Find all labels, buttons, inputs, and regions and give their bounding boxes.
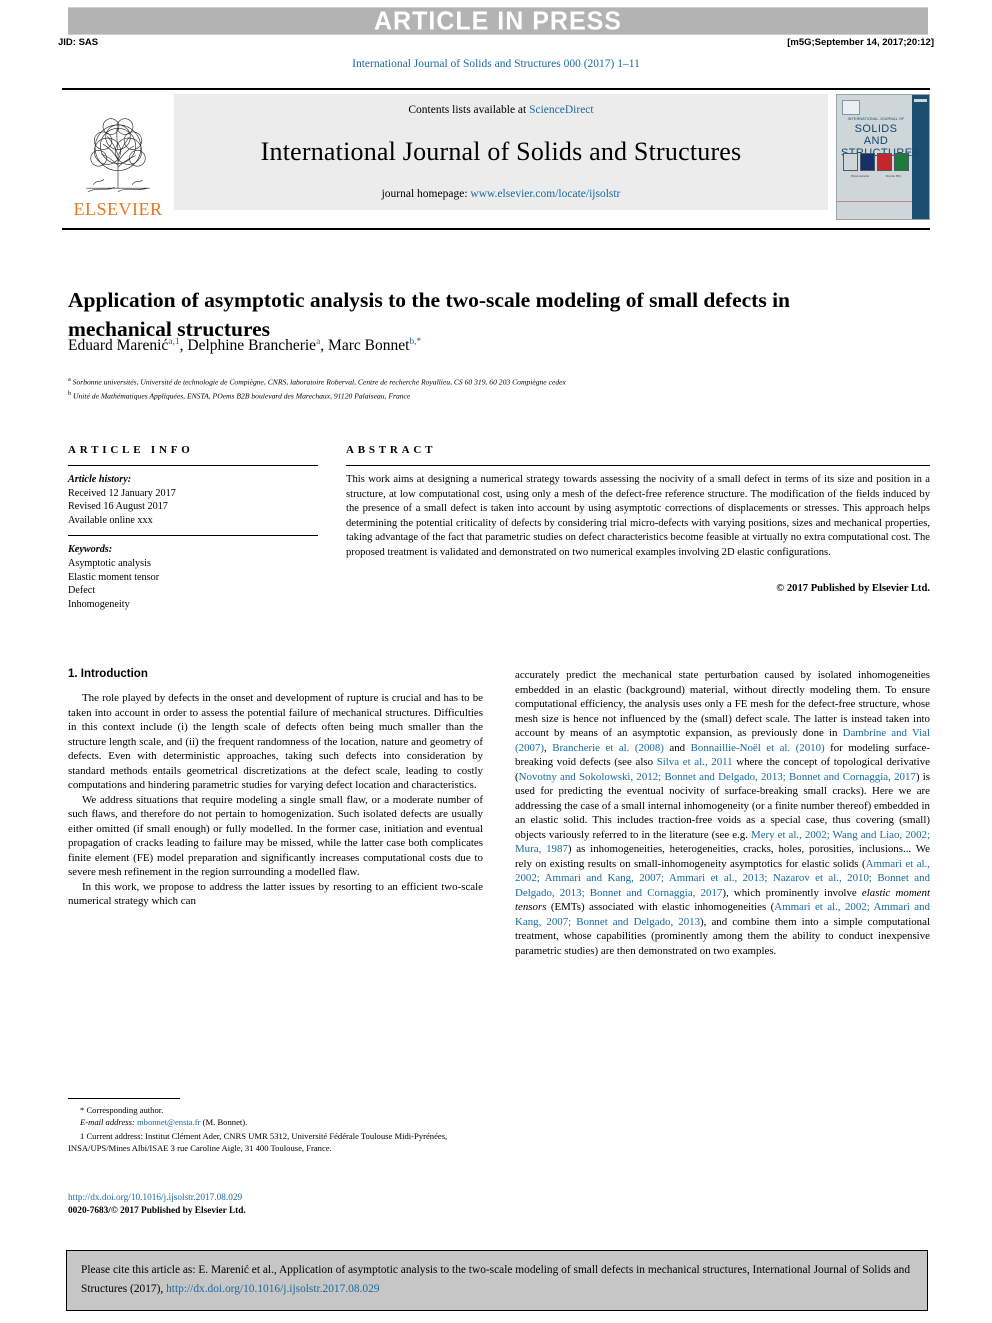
email-suffix: (M. Bonnet). bbox=[200, 1117, 248, 1127]
page-title: Application of asymptotic analysis to th… bbox=[68, 288, 791, 342]
history-item: Revised 16 August 2017 bbox=[68, 501, 168, 513]
body-column-right: accurately predict the mechanical state … bbox=[515, 668, 930, 1198]
keyword-item: Inhomogeneity bbox=[68, 598, 130, 610]
homepage-prefix: journal homepage: bbox=[381, 188, 471, 200]
doi-link[interactable]: http://dx.doi.org/10.1016/j.ijsolstr.201… bbox=[68, 1192, 498, 1205]
paragraph-text: (EMTs) associated with elastic inhomogen… bbox=[546, 901, 775, 913]
keyword-item: Defect bbox=[68, 585, 96, 597]
corresponding-author-note: * Corresponding author. bbox=[80, 1105, 164, 1115]
journal-homepage-line: journal homepage: www.elsevier.com/locat… bbox=[382, 188, 621, 200]
cover-caption-left: Brian Amadio bbox=[851, 174, 870, 178]
paragraph: We address situations that require model… bbox=[68, 793, 483, 879]
abstract-heading: ABSTRACT bbox=[346, 444, 437, 456]
affiliation-b-text: Unité de Mathématiques Appliquées, ENSTA… bbox=[73, 391, 411, 401]
doi-block: http://dx.doi.org/10.1016/j.ijsolstr.201… bbox=[68, 1192, 498, 1217]
footnote-rule bbox=[68, 1098, 180, 1099]
current-address-note: 1 Current address: Institut Clément Ader… bbox=[68, 1131, 448, 1153]
paragraph: The role played by defects in the onset … bbox=[68, 692, 483, 791]
footnote-block: * Corresponding author. E-mail address: … bbox=[68, 1098, 483, 1154]
affiliation-a-text: Sorbonne universités, Université de tech… bbox=[72, 377, 566, 387]
footnote-current-address: 1 Current address: Institut Clément Ader… bbox=[68, 1130, 483, 1154]
article-info-rule-mid bbox=[68, 535, 318, 537]
article-in-press-banner: ARTICLE IN PRESS bbox=[68, 7, 928, 35]
cover-caption-right: Davide Hill bbox=[885, 174, 901, 178]
article-info-heading: ARTICLE INFO bbox=[68, 444, 194, 456]
paragraph-text: and bbox=[663, 741, 691, 754]
cover-figure-1 bbox=[843, 153, 858, 171]
article-history-label: Article history: bbox=[68, 474, 132, 485]
affiliation-b: b Unité de Mathématiques Appliquées, ENS… bbox=[68, 390, 411, 401]
journal-id-row: JID: SAS [m5G;September 14, 2017;20:12] bbox=[58, 37, 934, 48]
email-line: E-mail address: mbonnet@ensta.fr (M. Bon… bbox=[68, 1116, 483, 1128]
journal-cover-thumbnail: INTERNATIONAL JOURNAL OF SOLIDS AND STRU… bbox=[836, 94, 930, 220]
paragraph-with-references: accurately predict the mechanical state … bbox=[515, 668, 930, 958]
cover-rule bbox=[837, 201, 912, 202]
citation-reference-link[interactable]: Silva et al., 2011 bbox=[657, 756, 733, 768]
keywords-block: Keywords: Asymptotic analysis Elastic mo… bbox=[68, 543, 318, 611]
abstract-text: This work aims at designing a numerical … bbox=[346, 474, 930, 558]
cover-publisher-mark bbox=[842, 100, 860, 115]
cover-title-line1: SOLIDS AND bbox=[854, 123, 898, 147]
contents-available-line: Contents lists available at ScienceDirec… bbox=[408, 104, 593, 116]
abstract-rule-top bbox=[346, 465, 930, 466]
cover-figure-strip bbox=[843, 153, 909, 171]
citation-footer: Please cite this article as: E. Marenić … bbox=[66, 1250, 928, 1311]
section-heading-introduction: 1. Introduction bbox=[68, 668, 148, 680]
footnote-corresponding-author: * Corresponding author. E-mail address: … bbox=[68, 1104, 483, 1128]
affiliation-a: a Sorbonne universités, Université de te… bbox=[68, 376, 566, 387]
email-link[interactable]: mbonnet@ensta.fr bbox=[137, 1117, 201, 1127]
journal-masthead: ELSEVIER Contents lists available at Sci… bbox=[62, 88, 930, 220]
citation-reference-link[interactable]: Brancherie et al. (2008) bbox=[552, 742, 664, 754]
masthead-bottom-rule bbox=[62, 228, 930, 230]
citation-reference-link[interactable]: Novotny and Sokolowski, 2012; Bonnet and… bbox=[519, 771, 916, 783]
contents-prefix: Contents lists available at bbox=[408, 104, 530, 116]
sciencedirect-link[interactable]: ScienceDirect bbox=[529, 104, 594, 116]
keywords-label: Keywords: bbox=[68, 544, 113, 556]
running-head: International Journal of Solids and Stru… bbox=[352, 58, 640, 70]
info-abstract-panel: ARTICLE INFO Article history: Received 1… bbox=[68, 444, 930, 611]
history-item: Available online xxx bbox=[68, 514, 153, 526]
journal-title: International Journal of Solids and Stru… bbox=[260, 137, 742, 166]
history-item: Received 12 January 2017 bbox=[68, 487, 176, 499]
issn-copyright-line: 0020-7683/© 2017 Published by Elsevier L… bbox=[68, 1205, 246, 1216]
typesetter-stamp: [m5G;September 14, 2017;20:12] bbox=[787, 37, 934, 48]
email-label: E-mail address: bbox=[80, 1117, 137, 1127]
citation-reference-link[interactable]: Bonnaillie-Noël et al. (2010) bbox=[691, 742, 825, 754]
affiliations: a Sorbonne universités, Université de te… bbox=[68, 374, 918, 402]
cover-spine-label bbox=[914, 99, 927, 102]
keyword-item: Elastic moment tensor bbox=[68, 571, 160, 583]
abstract-copyright: © 2017 Published by Elsevier Ltd. bbox=[776, 582, 930, 594]
cover-kicker: INTERNATIONAL JOURNAL OF bbox=[847, 117, 905, 121]
journal-id: JID: SAS bbox=[58, 37, 99, 48]
article-info-rule-top bbox=[68, 465, 318, 466]
keyword-item: Asymptotic analysis bbox=[68, 557, 151, 569]
abstract-column: ABSTRACT This work aims at designing a n… bbox=[346, 444, 930, 611]
elsevier-tree-icon bbox=[86, 118, 150, 192]
elsevier-logo: ELSEVIER bbox=[62, 94, 174, 220]
author-list: Eduard Marenića,1, Delphine Brancheriea,… bbox=[68, 337, 888, 355]
cover-figure-captions: Brian Amadio Davide Hill bbox=[843, 174, 909, 178]
cover-figure-4 bbox=[894, 153, 909, 171]
paragraph-text: ), which prominently involve bbox=[722, 886, 862, 899]
authors-text: Eduard Marenića,1, Delphine Brancheriea,… bbox=[68, 337, 422, 355]
cover-figure-2 bbox=[860, 153, 875, 171]
contents-panel: Contents lists available at ScienceDirec… bbox=[174, 94, 828, 210]
paragraph: In this work, we propose to address the … bbox=[68, 880, 483, 908]
elsevier-wordmark: ELSEVIER bbox=[73, 199, 163, 219]
cover-figure-3 bbox=[877, 153, 892, 171]
article-info-column: ARTICLE INFO Article history: Received 1… bbox=[68, 444, 318, 611]
journal-homepage-link[interactable]: www.elsevier.com/locate/ijsolstr bbox=[470, 188, 620, 200]
article-history-block: Article history: Received 12 January 201… bbox=[68, 473, 318, 527]
citation-doi-link[interactable]: http://dx.doi.org/10.1016/j.ijsolstr.201… bbox=[166, 1283, 379, 1295]
